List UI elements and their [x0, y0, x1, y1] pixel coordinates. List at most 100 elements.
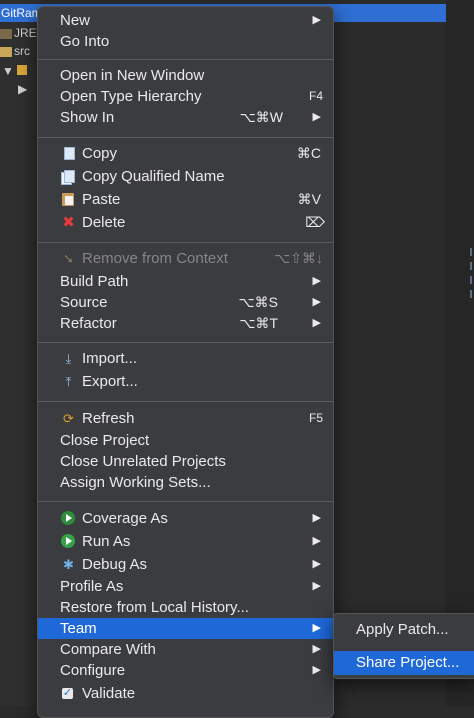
- shortcut-label: ⌦: [305, 214, 325, 230]
- menu-item-go-into[interactable]: Go Into: [38, 31, 333, 52]
- menu-item-label: Team: [60, 620, 97, 637]
- menu-item-label: Close Project: [60, 432, 150, 449]
- menu-item-label: Validate: [82, 685, 136, 702]
- menu-item-coverage-as[interactable]: Coverage As ▶: [38, 508, 333, 529]
- menu-item-label: Delete: [82, 214, 126, 231]
- menu-item-profile-as[interactable]: Profile As ▶: [38, 576, 333, 597]
- menu-separator: [38, 401, 333, 402]
- submenu-arrow-icon: ▶: [312, 296, 321, 308]
- tree-row-label: JRE: [14, 26, 37, 40]
- submenu-arrow-icon: ▶: [312, 643, 321, 655]
- menu-item-label: Run As: [82, 533, 131, 550]
- menu-item-remove-from-context: ➘ Remove from Context ⌥⇧⌘↓: [38, 248, 333, 269]
- shortcut-label: F4: [308, 89, 323, 103]
- shortcut-label: ⌘V: [297, 191, 321, 207]
- menu-separator: [38, 59, 333, 60]
- menu-item-label: Copy Qualified Name: [82, 168, 225, 185]
- submenu-arrow-icon: ▶: [312, 111, 321, 123]
- validate-check-icon: ✓: [62, 687, 73, 699]
- menu-item-label: Go Into: [60, 33, 110, 50]
- gutter-marker: [470, 262, 472, 270]
- shortcut-label: ⌘C: [296, 145, 321, 161]
- menu-item-label: Open Type Hierarchy: [60, 88, 202, 105]
- submenu-arrow-icon: ▶: [312, 622, 321, 634]
- menu-item-label: Share Project...: [356, 654, 460, 671]
- menu-item-label: Debug As: [82, 556, 148, 573]
- menu-item-label: Copy: [82, 145, 118, 162]
- menu-item-close-project[interactable]: Close Project: [38, 430, 333, 451]
- submenu-arrow-icon: ▶: [312, 558, 321, 570]
- menu-item-delete[interactable]: ✖ Delete ⌦: [38, 212, 333, 233]
- menu-item-new[interactable]: New ▶: [38, 10, 333, 31]
- tree-row-jre[interactable]: JRE: [0, 25, 37, 41]
- menu-item-restore-local-history[interactable]: Restore from Local History...: [38, 597, 333, 618]
- menu-item-label: Coverage As: [82, 510, 168, 527]
- gutter-marker: [470, 276, 472, 284]
- run-icon: [61, 534, 76, 549]
- context-menu: New ▶ Go Into Open in New Window Open Ty…: [37, 6, 334, 718]
- submenu-item-share-project[interactable]: Share Project...: [334, 651, 474, 675]
- menu-item-open-in-new-window[interactable]: Open in New Window: [38, 65, 333, 86]
- copy-icon: [61, 146, 76, 161]
- gutter-marker: [470, 290, 472, 298]
- menu-item-open-type-hierarchy[interactable]: Open Type Hierarchy F4: [38, 86, 333, 107]
- coverage-icon: [61, 511, 76, 526]
- menu-item-validate[interactable]: ✓ Validate: [38, 683, 333, 704]
- menu-item-label: Configure: [60, 662, 126, 679]
- menu-item-configure[interactable]: Configure ▶: [38, 660, 333, 681]
- menu-item-run-as[interactable]: Run As ▶: [38, 531, 333, 552]
- menu-item-label: Restore from Local History...: [60, 599, 249, 616]
- menu-item-show-in[interactable]: Show In ⌥⌘W ▶: [38, 107, 333, 128]
- menu-item-label: Compare With: [60, 641, 156, 658]
- menu-item-build-path[interactable]: Build Path ▶: [38, 271, 333, 292]
- menu-separator: [38, 242, 333, 243]
- submenu-arrow-icon: ▶: [312, 580, 321, 592]
- menu-item-label: Build Path: [60, 273, 129, 290]
- menu-item-label: Source: [60, 294, 108, 311]
- submenu-arrow-icon: ▶: [312, 512, 321, 524]
- menu-item-label: Assign Working Sets...: [60, 474, 211, 491]
- menu-separator: [38, 342, 333, 343]
- team-submenu: Apply Patch... Share Project...: [333, 613, 474, 679]
- shortcut-label: ⌥⌘T: [239, 315, 278, 331]
- project-explorer: [0, 0, 40, 706]
- gutter-marker: [470, 248, 472, 256]
- library-icon: [0, 28, 12, 39]
- menu-item-close-unrelated-projects[interactable]: Close Unrelated Projects: [38, 451, 333, 472]
- submenu-arrow-icon: ▶: [312, 275, 321, 287]
- submenu-item-apply-patch[interactable]: Apply Patch...: [334, 618, 474, 642]
- import-icon: ⤓: [65, 351, 72, 366]
- debug-bug-icon: ✱: [63, 557, 74, 572]
- shortcut-label: ⌥⌘W: [239, 109, 283, 125]
- menu-item-label: Paste: [82, 191, 121, 208]
- menu-item-copy[interactable]: Copy ⌘C: [38, 143, 333, 164]
- menu-item-label: New: [60, 12, 91, 29]
- menu-item-label: Remove from Context: [82, 250, 228, 267]
- project-label[interactable]: GitRam: [0, 4, 42, 22]
- shortcut-label: F5: [308, 411, 323, 425]
- expand-arrow-icon[interactable]: ▼: [2, 63, 28, 79]
- menu-item-export[interactable]: ⤒ Export...: [38, 371, 333, 392]
- menu-item-import[interactable]: ⤓ Import...: [38, 348, 333, 369]
- menu-item-team[interactable]: Team ▶: [38, 618, 333, 639]
- tree-row-src[interactable]: src: [0, 43, 30, 59]
- shortcut-label: ⌥⇧⌘↓: [274, 250, 323, 266]
- submenu-arrow-icon: ▶: [312, 664, 321, 676]
- collapse-arrow-icon[interactable]: ▶: [18, 81, 27, 97]
- export-icon: ⤒: [65, 374, 72, 389]
- menu-item-refactor[interactable]: Refactor ⌥⌘T ▶: [38, 313, 333, 334]
- menu-item-copy-qualified-name[interactable]: Copy Qualified Name: [38, 166, 333, 187]
- menu-item-label: Profile As: [60, 578, 124, 595]
- menu-item-paste[interactable]: Paste ⌘V: [38, 189, 333, 210]
- menu-item-compare-with[interactable]: Compare With ▶: [38, 639, 333, 660]
- paste-icon: [61, 192, 76, 207]
- package-folder-icon: [0, 46, 12, 57]
- menu-item-label: Refresh: [82, 410, 135, 427]
- menu-item-assign-working-sets[interactable]: Assign Working Sets...: [38, 472, 333, 493]
- menu-item-label: Open in New Window: [60, 67, 205, 84]
- menu-item-debug-as[interactable]: ✱ Debug As ▶: [38, 554, 333, 575]
- menu-item-label: Export...: [82, 373, 138, 390]
- remove-context-icon: ➘: [63, 251, 74, 266]
- menu-item-source[interactable]: Source ⌥⌘S ▶: [38, 292, 333, 313]
- menu-item-refresh[interactable]: ⟳ Refresh F5: [38, 408, 333, 429]
